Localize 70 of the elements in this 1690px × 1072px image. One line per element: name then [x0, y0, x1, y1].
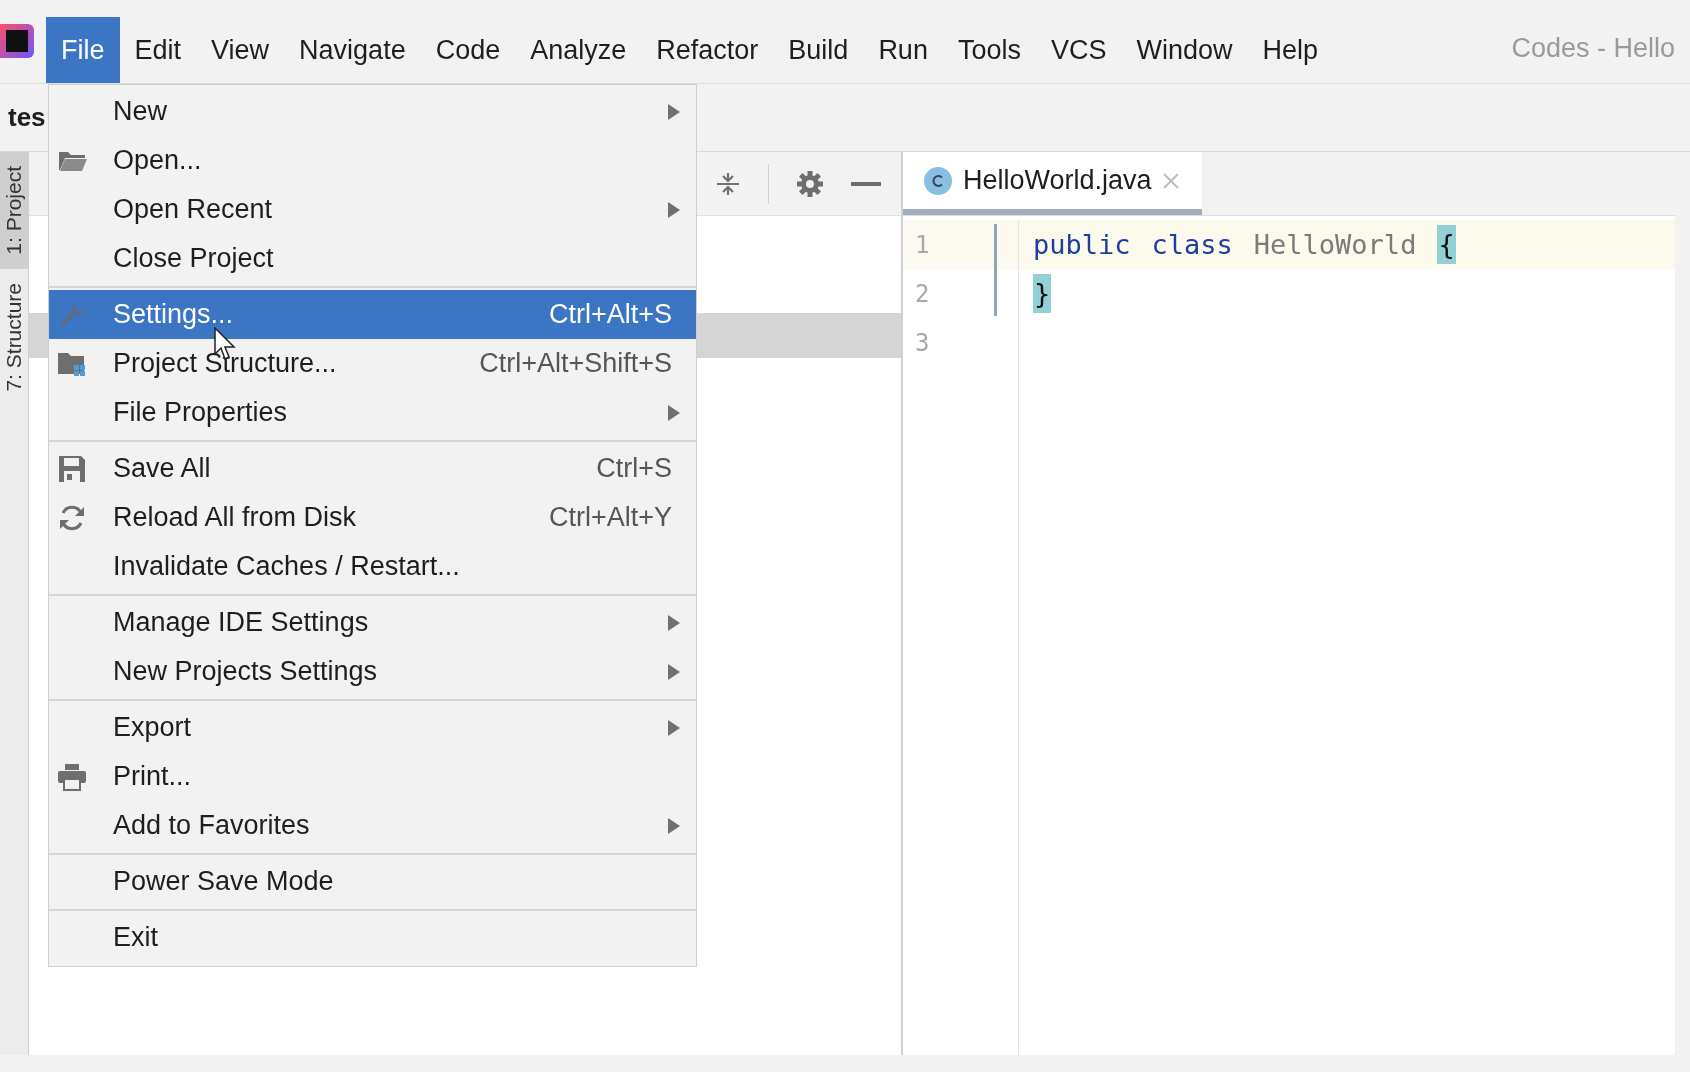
code-keyword: public	[1033, 229, 1131, 260]
shortcut-text: Ctrl+Alt+Shift+S	[479, 348, 672, 379]
menu-item[interactable]: Add to Favorites	[49, 801, 696, 850]
menu-item-label: Print...	[113, 761, 192, 792]
menu-item[interactable]: Manage IDE Settings	[49, 598, 696, 647]
menu-bar-item[interactable]: Edit	[119, 17, 197, 83]
shortcut-text: Ctrl+S	[596, 453, 672, 484]
matched-brace: {	[1437, 225, 1456, 264]
menu-item-label: Settings...	[113, 299, 234, 330]
menu-item[interactable]: Project Structure... Ctrl+Alt+Shift+S	[49, 339, 696, 388]
line-number: 1	[915, 230, 930, 259]
menu-item[interactable]: File Properties	[49, 388, 696, 437]
menu-bar-item[interactable]: File	[46, 17, 120, 83]
menu-bar-item[interactable]: Analyze	[515, 17, 642, 83]
printer-icon	[57, 761, 87, 792]
code-keyword: class	[1151, 229, 1233, 260]
editor-tab[interactable]: HelloWorld.java	[903, 152, 1202, 215]
menu-item[interactable]: New	[49, 87, 696, 136]
menu-bar-item[interactable]: View	[196, 17, 285, 83]
menu-item[interactable]: Exit	[49, 913, 696, 962]
menu-bar-item[interactable]: VCS	[1035, 17, 1122, 83]
settings-icon	[795, 168, 825, 199]
app-logo-icon	[0, 24, 34, 58]
menu-item-label: Open Recent	[113, 194, 273, 225]
menu-item[interactable]: New Projects Settings	[49, 647, 696, 696]
menu-bar-item[interactable]: Run	[863, 17, 943, 83]
matched-brace: }	[1033, 274, 1052, 313]
menu-bar-item[interactable]: Help	[1247, 17, 1334, 83]
java-class-icon	[923, 165, 953, 196]
project-name: tes	[8, 102, 46, 133]
menu-item-label: Open...	[113, 145, 202, 176]
menu-item[interactable]: Invalidate Caches / Restart...	[49, 542, 696, 591]
code-identifier: HelloWorld	[1253, 229, 1417, 260]
menu-bar-item[interactable]: Refactor	[641, 17, 774, 83]
menu-item[interactable]: Close Project	[49, 234, 696, 283]
menu-item[interactable]: Open Recent	[49, 185, 696, 234]
menu-item[interactable]: Print...	[49, 752, 696, 801]
tool-window-tab[interactable]: 7: Structure	[0, 268, 28, 406]
menu-item-label: Save All	[113, 453, 211, 484]
menu-item[interactable]: Save All Ctrl+S	[49, 444, 696, 493]
close-icon	[1161, 171, 1180, 190]
menu-bar-item[interactable]: Build	[773, 17, 864, 83]
menu-bar-item[interactable]: Navigate	[284, 17, 421, 83]
menu-item-label: Manage IDE Settings	[113, 607, 369, 638]
minimize-icon	[851, 180, 881, 187]
menu-bar-item[interactable]: Window	[1121, 17, 1248, 83]
menu-item-label: Reload All from Disk	[113, 502, 357, 533]
menu-item-label: New	[113, 96, 167, 127]
line-number: 3	[915, 328, 930, 357]
menu-item-label: Power Save Mode	[113, 866, 334, 897]
menu-bar-item[interactable]: Tools	[942, 17, 1036, 83]
menu-item-label: Invalidate Caches / Restart...	[113, 551, 460, 582]
menu-item-label: File Properties	[113, 397, 288, 428]
window-title: Codes - Hello	[1511, 32, 1676, 65]
menu-item[interactable]: Open...	[49, 136, 696, 185]
menu-item-label: Export	[113, 712, 192, 743]
menu-item-label: Project Structure...	[113, 348, 337, 379]
menu-item-label: Exit	[113, 922, 158, 953]
menu-bar-item[interactable]: Code	[420, 17, 516, 83]
menu-item[interactable]: Settings... Ctrl+Alt+S	[49, 290, 696, 339]
shortcut-text: Ctrl+Alt+Y	[548, 502, 672, 533]
menu-item-label: Close Project	[113, 243, 274, 274]
menu-item[interactable]: Power Save Mode	[49, 857, 696, 906]
menu-item-label: New Projects Settings	[113, 656, 378, 687]
line-number: 2	[915, 279, 930, 308]
menu-item[interactable]: Export	[49, 703, 696, 752]
menu-item[interactable]: Reload All from Disk Ctrl+Alt+Y	[49, 493, 696, 542]
tool-window-tab[interactable]: 1: Project	[0, 152, 28, 269]
shortcut-text: Ctrl+Alt+S	[548, 299, 672, 330]
menu-item-label: Add to Favorites	[113, 810, 310, 841]
